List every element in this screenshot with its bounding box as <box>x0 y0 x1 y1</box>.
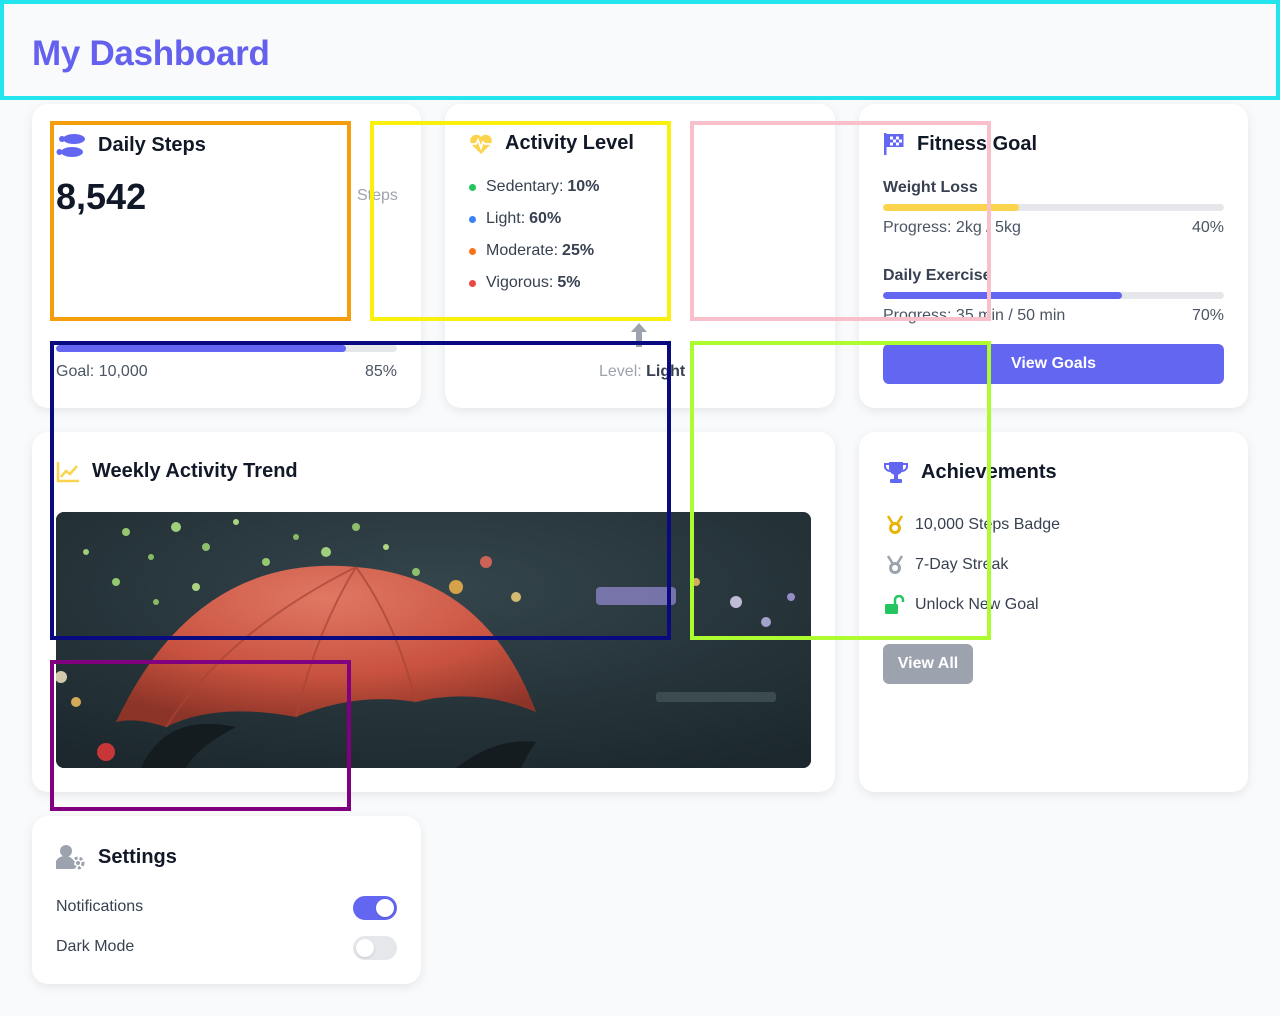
steps-progress-bar <box>56 345 397 352</box>
daily-steps-title: Daily Steps <box>56 132 206 158</box>
moderate-dot <box>469 247 476 255</box>
daily-exercise-label: Daily Exercise <box>883 267 992 284</box>
weekly-trend-title-text: Weekly Activity Trend <box>92 460 298 482</box>
weight-loss-progress-bar <box>883 204 1224 211</box>
daily-exercise-progress-fill <box>883 292 1122 299</box>
weekly-trend-card: Weekly Activity Trend <box>32 432 835 792</box>
notifications-toggle[interactable] <box>353 896 397 920</box>
footprints-icon <box>56 132 86 158</box>
moderate-label: Moderate: <box>486 242 559 259</box>
dashboard-header: My Dashboard <box>0 0 1280 100</box>
sedentary-label: Sedentary: <box>486 178 564 195</box>
activity-level-title: Activity Level <box>469 132 634 155</box>
vigorous-label: Vigorous: <box>486 274 554 291</box>
light-value: 60% <box>529 210 562 227</box>
steps-unit: Steps <box>357 187 398 204</box>
steps-percent-label: 85% <box>364 363 397 380</box>
weight-loss-percent: 40% <box>1191 219 1224 236</box>
unlock-icon <box>883 595 907 615</box>
view-goals-button[interactable]: View Goals <box>883 344 1224 384</box>
daily-exercise-percent: 70% <box>1191 307 1224 324</box>
sedentary-dot <box>469 183 476 191</box>
silver-medal-icon <box>883 555 907 575</box>
notifications-toggle-knob <box>376 899 394 917</box>
achievements-title: Achievements <box>883 460 1057 484</box>
weight-loss-progress-fill <box>883 204 1020 211</box>
page-title: My Dashboard <box>32 34 270 73</box>
activity-legend-sedentary: Sedentary: 10% <box>469 178 599 196</box>
umbrella-photo <box>56 512 811 768</box>
settings-title: Settings <box>56 844 177 870</box>
achievement-steps-badge-label: 10,000 Steps Badge <box>915 516 1061 533</box>
steps-count: 8,542 <box>56 176 147 217</box>
achievements-title-text: Achievements <box>921 460 1057 483</box>
weight-loss-label: Weight Loss <box>883 179 978 196</box>
settings-title-text: Settings <box>98 845 177 868</box>
moderate-value: 25% <box>562 242 595 259</box>
activity-level-title-text: Activity Level <box>505 132 634 154</box>
settings-card: Settings Notifications Dark Mode <box>32 816 421 984</box>
activity-level-card: Activity Level Sedentary: 10% Light: 60% M… <box>445 104 835 408</box>
level-value: Light <box>646 363 686 380</box>
heartbeat-icon <box>469 133 493 155</box>
level-prefix: Level: <box>599 363 642 380</box>
dark-mode-toggle-knob <box>356 939 374 957</box>
user-gear-icon <box>56 844 86 870</box>
vigorous-dot <box>469 279 476 287</box>
vigorous-value: 5% <box>557 274 581 291</box>
notifications-label: Notifications <box>56 898 144 915</box>
weight-loss-progress-text: Progress: 2kg / 5kg <box>883 219 1021 236</box>
achievement-streak: 7-Day Streak <box>883 555 1008 575</box>
dark-mode-toggle[interactable] <box>353 936 397 960</box>
trophy-icon <box>883 460 909 484</box>
daily-steps-title-text: Daily Steps <box>98 133 206 156</box>
daily-steps-card: Daily Steps 8,542 Steps Goal: 10,000 85% <box>32 104 421 408</box>
fitness-goal-card: Fitness Goal Weight Loss Progress: 2kg /… <box>859 104 1248 408</box>
checkered-flag-icon <box>883 132 905 156</box>
light-label: Light: <box>486 210 526 227</box>
fitness-goal-title: Fitness Goal <box>883 132 1037 156</box>
light-dot <box>469 215 476 223</box>
achievement-unlock-goal-label: Unlock New Goal <box>915 596 1039 613</box>
achievement-streak-label: 7-Day Streak <box>915 556 1009 573</box>
fitness-goal-title-text: Fitness Goal <box>917 132 1038 155</box>
daily-exercise-progress-text: Progress: 35 min / 50 min <box>883 307 1066 324</box>
gold-medal-icon <box>883 515 907 535</box>
weekly-trend-title: Weekly Activity Trend <box>56 460 298 483</box>
line-chart-icon <box>56 461 80 483</box>
daily-exercise-progress-bar <box>883 292 1224 299</box>
dark-mode-label: Dark Mode <box>56 938 135 955</box>
view-all-button[interactable]: View All <box>883 644 973 684</box>
achievement-steps-badge: 10,000 Steps Badge <box>883 515 1060 535</box>
activity-level-indicator: Level: Light <box>599 363 685 381</box>
achievements-card: Achievements 10,000 Steps Badge 7-Day St… <box>859 432 1248 792</box>
activity-legend-moderate: Moderate: 25% <box>469 242 594 260</box>
sedentary-value: 10% <box>567 178 600 195</box>
activity-legend-light: Light: 60% <box>469 210 561 228</box>
activity-legend-vigorous: Vigorous: 5% <box>469 274 580 292</box>
steps-progress-fill <box>56 345 346 352</box>
achievement-unlock-goal: Unlock New Goal <box>883 595 1039 615</box>
steps-goal-label: Goal: 10,000 <box>56 363 148 380</box>
level-arrow-icon <box>630 323 648 354</box>
